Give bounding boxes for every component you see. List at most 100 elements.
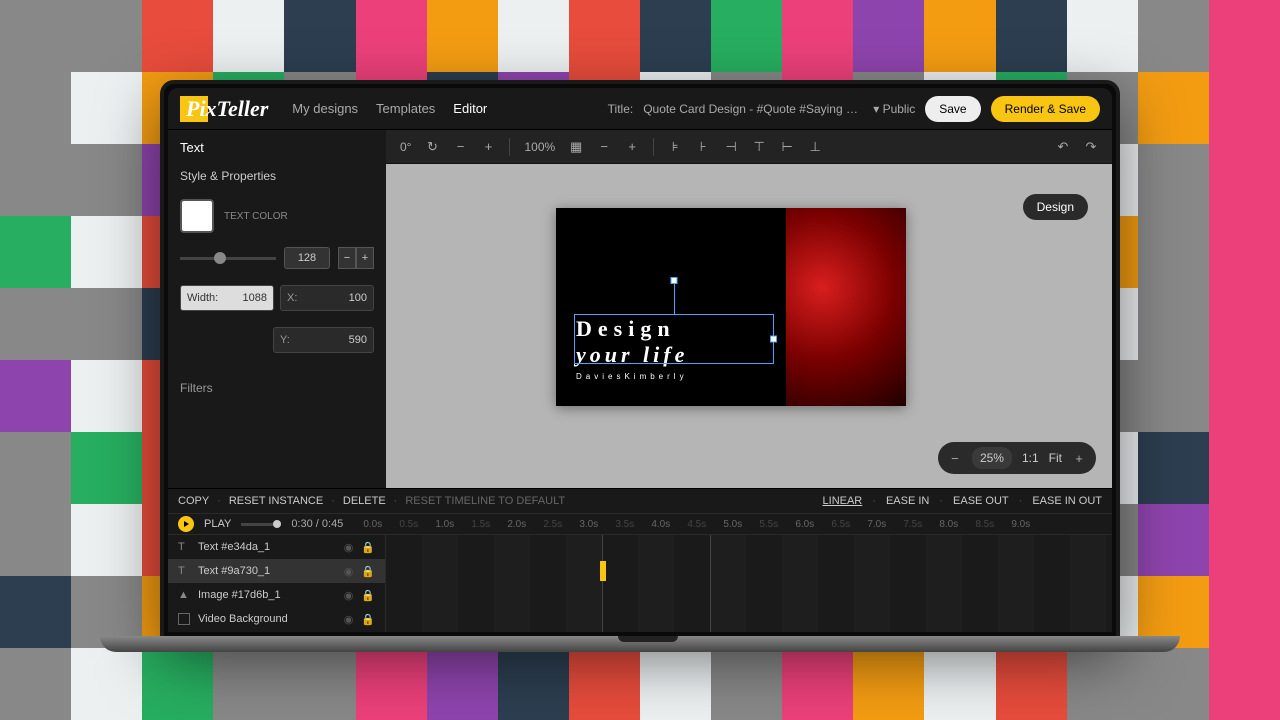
app-window: PixTeller My designs Templates Editor Ti… [168, 88, 1112, 632]
layer-name: Text #e34da_1 [198, 541, 270, 553]
timeline: COPY· RESET INSTANCE· DELETE· RESET TIME… [168, 488, 1112, 632]
text-color-label: TEXT COLOR [224, 211, 288, 222]
align-right-icon[interactable]: ⊣ [724, 140, 738, 154]
title-input[interactable]: Quote Card Design - #Quote #Saying #Word… [643, 102, 863, 116]
align-bottom-icon[interactable]: ⊥ [808, 140, 822, 154]
layer-type-icon: ▲ [178, 589, 190, 601]
ease-out[interactable]: EASE OUT [953, 495, 1009, 507]
topbar: PixTeller My designs Templates Editor Ti… [168, 88, 1112, 130]
zoom-ratio[interactable]: 1:1 [1022, 451, 1039, 465]
nav-my-designs[interactable]: My designs [292, 101, 358, 116]
plus-icon[interactable]: + [481, 140, 495, 154]
action-delete[interactable]: DELETE [343, 495, 386, 507]
artboard-image [786, 208, 906, 406]
lock-icon[interactable]: 🔒 [361, 613, 375, 626]
undo-icon[interactable]: ↶ [1056, 140, 1070, 154]
play-button[interactable] [178, 516, 194, 532]
zoom-minus-icon[interactable]: − [597, 140, 611, 154]
opacity-input[interactable] [284, 247, 330, 269]
lock-icon[interactable]: 🔒 [361, 541, 375, 554]
tick: 6.5s [831, 519, 867, 530]
tick: 2.0s [507, 519, 543, 530]
opacity-minus[interactable]: − [338, 247, 356, 269]
visibility-icon[interactable]: ◉ [344, 565, 354, 578]
layer-name: Video Background [198, 613, 288, 625]
zoom-out-icon[interactable]: − [948, 451, 962, 465]
time-ruler[interactable]: 0.0s0.5s1.0s1.5s2.0s2.5s3.0s3.5s4.0s4.5s… [353, 519, 1102, 530]
visibility-dropdown[interactable]: ▾ Public [873, 102, 915, 116]
render-save-button[interactable]: Render & Save [991, 96, 1100, 122]
opacity-plus[interactable]: + [356, 247, 374, 269]
ease-in[interactable]: EASE IN [886, 495, 929, 507]
text-author: DaviesKimberly [576, 372, 756, 381]
save-button[interactable]: Save [925, 96, 980, 122]
tick: 9.0s [1011, 519, 1047, 530]
handle-top[interactable] [671, 277, 678, 284]
action-copy[interactable]: COPY [178, 495, 209, 507]
canvas-viewport[interactable]: Design Design your life DaviesKimberly −… [386, 164, 1112, 488]
tick: 0.5s [399, 519, 435, 530]
tick: 4.0s [651, 519, 687, 530]
action-reset[interactable]: RESET INSTANCE [229, 495, 323, 507]
layer-name: Text #9a730_1 [198, 565, 270, 577]
lock-icon[interactable]: 🔒 [361, 565, 375, 578]
minus-icon[interactable]: − [453, 140, 467, 154]
main-area: Text Style & Properties TEXT COLOR − + W… [168, 130, 1112, 488]
slider-thumb[interactable] [214, 252, 226, 264]
opacity-slider[interactable] [180, 257, 276, 260]
zoom-percent[interactable]: 25% [972, 447, 1012, 469]
tick: 1.5s [471, 519, 507, 530]
visibility-icon[interactable]: ◉ [344, 613, 354, 626]
action-reset-all[interactable]: RESET TIMELINE TO DEFAULT [405, 495, 565, 507]
zoom-value[interactable]: 100% [524, 140, 555, 154]
visibility-icon[interactable]: ◉ [344, 541, 354, 554]
canvas-toolbar: 0° ↻ − + 100% ▦ − + ⊧ ⊦ ⊣ ⊤ ⊢ ⊥ ↶ ↷ [386, 130, 1112, 164]
handle-right[interactable] [770, 336, 777, 343]
zoom-control: − 25% 1:1 Fit + [938, 442, 1096, 474]
speed-slider[interactable] [241, 523, 281, 526]
sidebar: Text Style & Properties TEXT COLOR − + W… [168, 130, 386, 488]
ease-linear[interactable]: LINEAR [823, 495, 863, 507]
nav-templates[interactable]: Templates [376, 101, 435, 116]
artboard[interactable]: Design your life DaviesKimberly [556, 208, 906, 406]
tick: 5.0s [723, 519, 759, 530]
layer-row[interactable]: TText #9a730_1◉🔒 [168, 559, 385, 583]
width-field[interactable]: Width:1088 [180, 285, 274, 311]
rotation-value[interactable]: 0° [400, 140, 411, 154]
tick: 5.5s [759, 519, 795, 530]
keyframe[interactable] [600, 561, 606, 581]
filters-section[interactable]: Filters [180, 381, 374, 395]
tick: 3.0s [579, 519, 615, 530]
ease-in-out[interactable]: EASE IN OUT [1032, 495, 1102, 507]
align-left-icon[interactable]: ⊧ [668, 140, 682, 154]
tick: 2.5s [543, 519, 579, 530]
layer-row[interactable]: ▲Image #17d6b_1◉🔒 [168, 583, 385, 607]
redo-icon[interactable]: ↷ [1084, 140, 1098, 154]
checkbox-icon[interactable] [178, 613, 190, 625]
grid-icon[interactable]: ▦ [569, 140, 583, 154]
nav-editor[interactable]: Editor [453, 101, 487, 116]
text-color-swatch[interactable] [180, 199, 214, 233]
tick: 7.5s [903, 519, 939, 530]
design-badge[interactable]: Design [1023, 194, 1088, 220]
align-center-icon[interactable]: ⊦ [696, 140, 710, 154]
track-area[interactable] [386, 535, 1112, 632]
align-top-icon[interactable]: ⊤ [752, 140, 766, 154]
tick: 0.0s [363, 519, 399, 530]
selection-box[interactable] [574, 314, 774, 364]
laptop-frame: PixTeller My designs Templates Editor Ti… [160, 80, 1120, 640]
visibility-icon[interactable]: ◉ [344, 589, 354, 602]
x-field[interactable]: X:100 [280, 285, 374, 311]
lock-icon[interactable]: 🔒 [361, 589, 375, 602]
layer-row[interactable]: TText #e34da_1◉🔒 [168, 535, 385, 559]
zoom-fit[interactable]: Fit [1049, 451, 1062, 465]
zoom-plus-icon[interactable]: + [625, 140, 639, 154]
layer-row[interactable]: Video Background ◉ 🔒 [168, 607, 385, 631]
playhead-line[interactable] [602, 535, 603, 632]
rotate-icon[interactable]: ↻ [425, 140, 439, 154]
align-middle-icon[interactable]: ⊢ [780, 140, 794, 154]
sidebar-title: Text [180, 140, 374, 155]
tick: 7.0s [867, 519, 903, 530]
y-field[interactable]: Y:590 [273, 327, 374, 353]
zoom-in-icon[interactable]: + [1072, 451, 1086, 465]
